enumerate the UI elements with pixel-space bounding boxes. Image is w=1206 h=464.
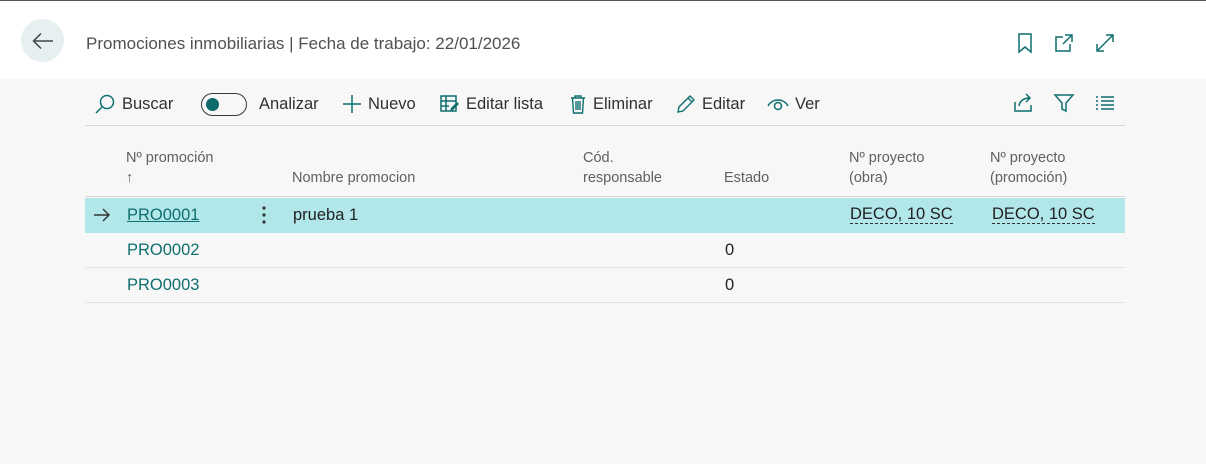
pencil-icon — [677, 95, 695, 113]
col-header-responsible-line1: Cód. — [583, 150, 614, 166]
table-row[interactable]: PRO0001 prueba 1 DECO, 10 SC DECO, 10 SC — [85, 198, 1125, 233]
back-button[interactable] — [21, 19, 64, 62]
plus-icon — [343, 95, 361, 113]
edit-label: Editar — [702, 94, 746, 113]
project-work-link[interactable]: DECO, 10 SC — [850, 206, 953, 224]
page-header: Promociones inmobiliarias | Fecha de tra… — [0, 1, 1206, 79]
status-cell[interactable]: 0 — [725, 241, 734, 260]
analyze-toggle[interactable]: Analizar — [201, 92, 319, 116]
col-header-project-promo-line2: (promoción) — [990, 170, 1068, 186]
trash-icon — [571, 95, 585, 114]
promo-no-link[interactable]: PRO0001 — [127, 206, 199, 225]
analyze-label: Analizar — [259, 94, 319, 113]
search-label: Buscar — [122, 94, 174, 113]
toggle-switch[interactable] — [201, 92, 247, 116]
col-header-promo-no-label: Nº promoción — [126, 150, 214, 166]
col-header-project-work-line1: Nº proyecto — [849, 150, 925, 166]
share-icon[interactable] — [1012, 92, 1034, 114]
sort-ascending-icon: ↑ — [126, 170, 134, 186]
expand-icon[interactable] — [1094, 32, 1116, 54]
current-row-arrow-icon — [94, 208, 110, 222]
row-actions-menu-icon[interactable] — [257, 204, 271, 226]
toggle-knob — [206, 97, 219, 111]
new-label: Nuevo — [368, 94, 416, 113]
promo-no-link[interactable]: PRO0003 — [127, 276, 199, 295]
col-header-project-work[interactable]: Nº proyecto (obra) — [849, 148, 924, 188]
col-header-responsible[interactable]: Cód. responsable — [583, 148, 662, 188]
delete-button[interactable]: Eliminar — [569, 92, 653, 116]
col-header-project-promo[interactable]: Nº proyecto (promoción) — [990, 148, 1067, 188]
back-arrow-icon — [31, 32, 53, 49]
list-view-icon[interactable] — [1094, 92, 1116, 114]
edit-list-icon — [440, 95, 459, 112]
view-button[interactable]: Ver — [767, 92, 820, 116]
col-header-promo-no[interactable]: Nº promoción ↑ — [126, 148, 214, 188]
delete-label: Eliminar — [593, 94, 653, 113]
bookmark-icon[interactable] — [1014, 32, 1036, 54]
col-header-status[interactable]: Estado — [724, 168, 769, 188]
col-header-responsible-line2: responsable — [583, 170, 662, 186]
status-cell[interactable]: 0 — [725, 276, 734, 295]
search-icon — [95, 94, 115, 114]
new-button[interactable]: Nuevo — [342, 92, 416, 116]
col-header-project-work-line2: (obra) — [849, 170, 888, 186]
project-promo-link[interactable]: DECO, 10 SC — [992, 206, 1095, 224]
table-row[interactable]: PRO0002 0 — [85, 233, 1125, 268]
edit-button[interactable]: Editar — [676, 92, 745, 116]
edit-list-label: Editar lista — [466, 94, 544, 113]
grid-header: Nº promoción ↑ Nombre promocion Cód. res… — [85, 127, 1125, 197]
search-button[interactable]: Buscar — [94, 92, 173, 116]
page-title: Promociones inmobiliarias | Fecha de tra… — [86, 34, 521, 53]
edit-list-button[interactable]: Editar lista — [440, 92, 543, 116]
view-label: Ver — [795, 94, 820, 113]
eye-icon — [767, 99, 789, 111]
table-row[interactable]: PRO0003 0 — [85, 268, 1125, 303]
col-header-project-promo-line1: Nº proyecto — [990, 150, 1066, 166]
promo-name-cell[interactable]: prueba 1 — [293, 206, 358, 225]
promo-no-link[interactable]: PRO0002 — [127, 241, 199, 260]
filter-icon[interactable] — [1053, 92, 1075, 114]
col-header-name[interactable]: Nombre promocion — [292, 168, 415, 188]
action-toolbar: Buscar Analizar Nuevo Editar lista Elimi… — [85, 80, 1125, 126]
open-new-window-icon[interactable] — [1053, 32, 1075, 54]
